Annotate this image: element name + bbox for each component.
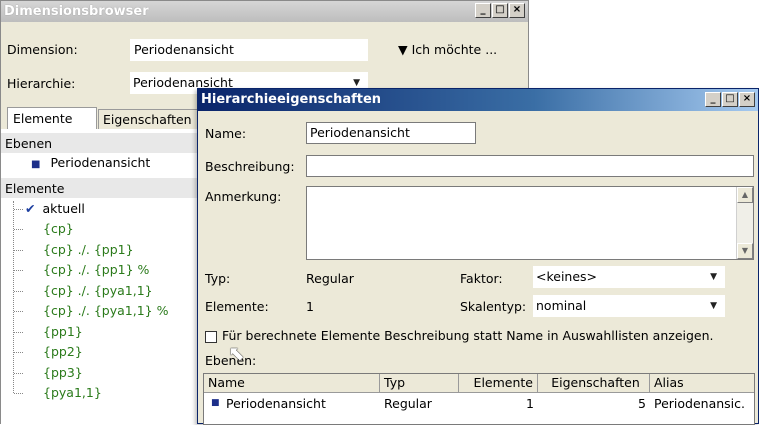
description-label: Beschreibung: <box>205 159 295 174</box>
hierarchy-properties-dialog: Hierarchieeigenschaften _ □ × Name: Peri… <box>197 88 759 425</box>
note-label: Anmerkung: <box>205 189 282 204</box>
tree-dash <box>14 393 23 394</box>
tree-dash <box>14 291 23 292</box>
tree-dash <box>14 373 23 374</box>
bullet-icon: ■ <box>31 159 41 170</box>
dialog-title: Hierarchieeigenschaften <box>201 92 382 107</box>
tree-dash <box>14 332 23 333</box>
description-checkbox[interactable] <box>205 331 217 343</box>
elements-tab-panel: Ebenen ■ Periodenansicht Elemente ✔ aktu… <box>1 129 201 425</box>
action-menu-button[interactable]: ▼ Ich möchte ... <box>398 42 497 57</box>
minimize-icon[interactable]: _ <box>705 92 721 107</box>
type-value: Regular <box>306 271 354 286</box>
maximize-icon[interactable]: □ <box>722 92 738 107</box>
scale-type-select[interactable]: nominal ▼ <box>533 295 725 317</box>
tree-item[interactable]: {cp} ./. {pp1} % <box>43 262 149 277</box>
checkmark-icon: ✔ <box>25 201 36 216</box>
tree-dash <box>14 250 23 251</box>
close-icon[interactable]: × <box>509 3 525 18</box>
tab-eigenschaften-label: Eigenschaften <box>103 112 192 127</box>
tree-dash <box>14 209 23 210</box>
bullet-icon: ■ <box>211 398 220 408</box>
name-value: Periodenansicht <box>310 125 410 140</box>
note-textarea[interactable]: ▲ ▼ <box>306 186 754 260</box>
levels-header: Ebenen <box>1 133 201 153</box>
dialog-titlebar[interactable]: Hierarchieeigenschaften _ □ × <box>198 89 758 111</box>
window-controls: _ □ × <box>474 3 525 18</box>
tree-item[interactable]: {pya1,1} <box>43 385 102 400</box>
window-title: Dimensionsbrowser <box>4 4 149 19</box>
tree-item[interactable]: {pp1} <box>43 324 83 339</box>
description-input[interactable] <box>306 155 754 177</box>
maximize-icon[interactable]: □ <box>492 3 508 18</box>
dimension-label: Dimension: <box>7 42 78 57</box>
mouse-cursor-icon: ⬉ <box>228 341 245 365</box>
scale-type-value: nominal <box>536 298 587 313</box>
column-header-alias[interactable]: Alias <box>650 374 754 393</box>
scroll-down-icon[interactable]: ▼ <box>737 243 753 259</box>
column-header-typ[interactable]: Typ <box>380 374 459 393</box>
elements-count: 1 <box>306 299 314 314</box>
scale-type-label: Skalentyp: <box>460 299 527 314</box>
tab-eigenschaften[interactable]: Eigenschaften <box>98 109 198 129</box>
row-eigenschaften: 5 <box>638 396 646 411</box>
dimensions-browser-titlebar[interactable]: Dimensionsbrowser _ □ × <box>1 1 528 22</box>
tree-item[interactable]: {cp} <box>43 221 74 236</box>
elements-label: Elemente: <box>205 299 269 314</box>
tree-item[interactable]: {pp3} <box>43 365 83 380</box>
tree-dash <box>14 311 23 312</box>
row-alias: Periodenansic. <box>654 396 746 411</box>
dimension-field[interactable]: Periodenansicht <box>130 39 368 61</box>
name-label: Name: <box>205 126 247 141</box>
column-header-eigenschaften[interactable]: Eigenschaften <box>538 374 650 393</box>
close-icon[interactable]: × <box>739 92 755 107</box>
scroll-up-icon[interactable]: ▲ <box>737 187 753 203</box>
tab-elemente-label: Elemente <box>13 111 73 126</box>
note-scrollbar[interactable]: ▲ ▼ <box>736 187 753 259</box>
tree-dash <box>14 352 23 353</box>
chevron-down-icon[interactable]: ▼ <box>710 266 717 288</box>
chevron-down-icon[interactable]: ▼ <box>710 295 717 317</box>
column-header-elemente[interactable]: Elemente <box>459 374 538 393</box>
table-row[interactable]: ■ Periodenansicht Regular 1 5 Periodenan… <box>204 394 754 414</box>
dialog-window-controls: _ □ × <box>704 92 755 107</box>
hierarchy-label: Hierarchie: <box>7 76 76 91</box>
tree-item[interactable]: {cp} ./. {pya1,1} % <box>43 303 168 318</box>
tree-item[interactable]: {pp2} <box>43 344 83 359</box>
factor-select[interactable]: <keines> ▼ <box>533 266 725 288</box>
tree-item[interactable]: ✔ aktuell <box>25 201 85 216</box>
minimize-icon[interactable]: _ <box>475 3 491 18</box>
tree-item-label: aktuell <box>42 201 85 216</box>
tree-dash <box>14 229 23 230</box>
column-header-name[interactable]: Name <box>204 374 380 393</box>
description-checkbox-label[interactable]: Für berechnete Elemente Beschreibung sta… <box>222 328 714 343</box>
type-label: Typ: <box>205 271 231 286</box>
row-name: Periodenansicht <box>226 396 326 411</box>
level-item-label: Periodenansicht <box>50 155 151 170</box>
elements-header: Elemente <box>1 178 201 198</box>
levels-table: Name Typ Elemente Eigenschaften Alias ■ … <box>203 373 755 425</box>
factor-label: Faktor: <box>460 271 503 286</box>
row-elemente: 1 <box>526 396 534 411</box>
tree-item[interactable]: {cp} ./. {pya1,1} <box>43 283 153 298</box>
tree-dash <box>14 270 23 271</box>
factor-value: <keines> <box>536 269 598 284</box>
level-item[interactable]: ■ Periodenansicht <box>31 155 150 170</box>
tree-item[interactable]: {cp} ./. {pp1} <box>43 242 134 257</box>
tab-elemente[interactable]: Elemente <box>7 107 97 129</box>
dimension-value: Periodenansicht <box>134 42 234 57</box>
name-input[interactable]: Periodenansicht <box>306 122 476 144</box>
row-typ: Regular <box>384 396 432 411</box>
